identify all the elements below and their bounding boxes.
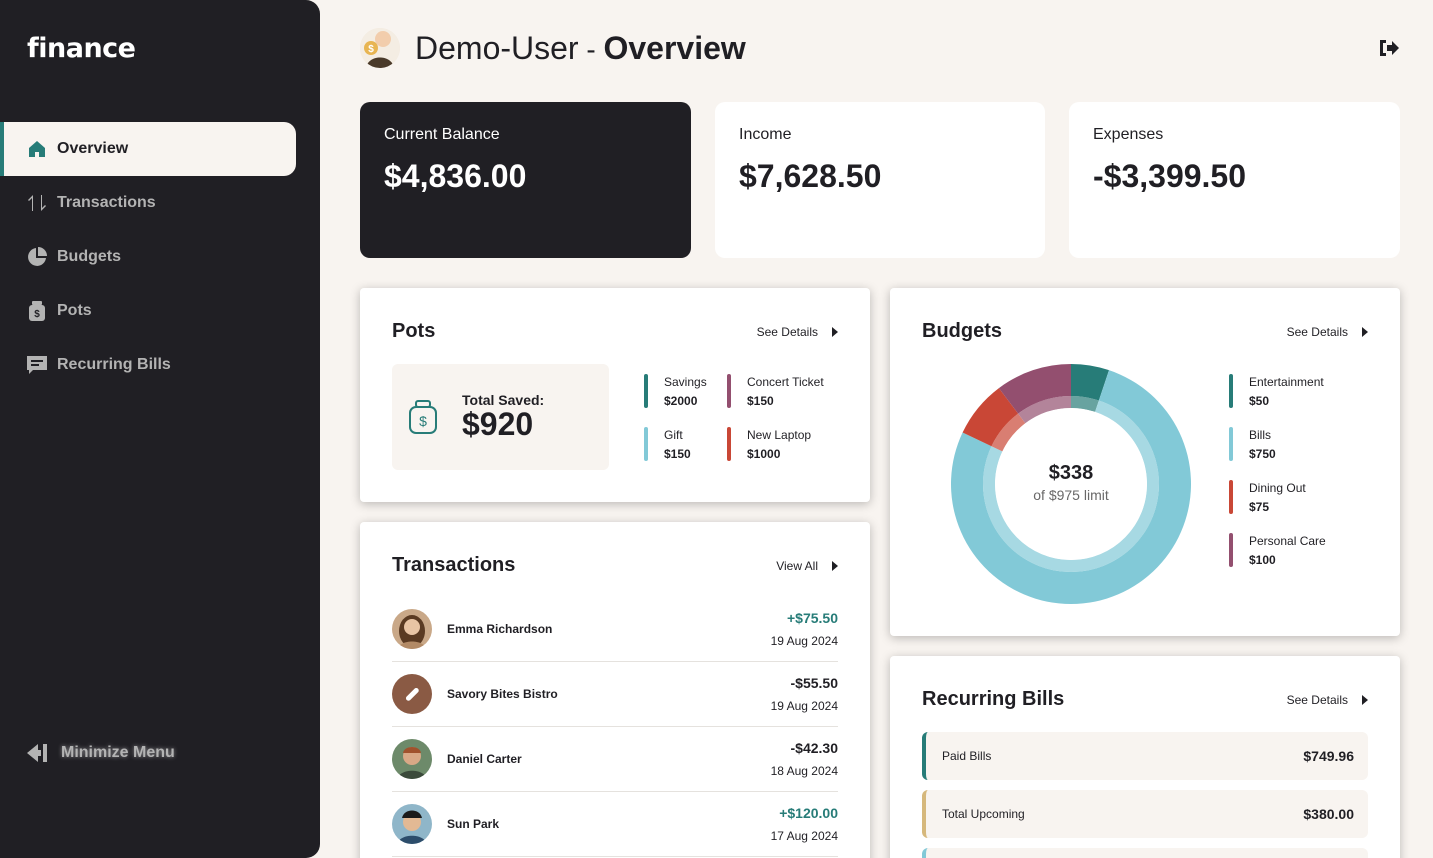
recurring-bills-panel: Recurring Bills See Details Paid Bills $… [890,656,1400,858]
avatar [392,739,432,779]
budget-limit: of $975 limit [1033,487,1109,503]
sidebar: finance Overview Transactions Budgets $ … [0,0,320,858]
budgets-title: Budgets [922,320,1002,342]
minimize-menu-button[interactable]: Minimize Menu [27,742,175,764]
transaction-row[interactable]: Emma Richardson +$75.50 19 Aug 2024 [392,597,838,662]
budget-legend-item: Dining Out $75 [1229,480,1306,517]
app-logo: finance [27,33,136,64]
pot-legend-item: Gift $150 [644,427,691,464]
svg-text:$: $ [419,413,427,429]
sidebar-item-label: Overview [57,140,129,157]
logout-button[interactable] [1378,38,1400,63]
sidebar-item-label: Pots [57,302,92,319]
transaction-row[interactable]: Sun Park +$120.00 17 Aug 2024 [392,792,838,857]
sidebar-nav: Overview Transactions Budgets $ Pots Rec… [0,122,296,392]
svg-text:$: $ [34,309,40,320]
total-saved-value: $920 [462,406,534,443]
transaction-row[interactable]: Daniel Carter -$42.30 18 Aug 2024 [392,727,838,792]
expenses-card: Expenses -$3,399.50 [1069,102,1400,258]
budget-legend-item: Bills $750 [1229,427,1276,464]
arrows-updown-icon [27,193,47,213]
jar-icon: $ [27,301,47,321]
recurring-see-details-link[interactable]: See Details [1287,693,1368,707]
home-icon [27,139,47,159]
pot-legend-item: Concert Ticket $150 [727,374,824,411]
transactions-view-all-link[interactable]: View All [776,559,838,573]
transactions-panel: Transactions View All Emma Richardson +$… [360,522,870,858]
caret-right-icon [1362,326,1368,337]
svg-text:$: $ [368,44,374,55]
budget-legend-item: Personal Care $100 [1229,533,1326,570]
sidebar-item-recurring-bills[interactable]: Recurring Bills [0,338,296,392]
sidebar-item-overview[interactable]: Overview [0,122,296,176]
pots-see-details-link[interactable]: See Details [757,325,838,339]
income-card: Income $7,628.50 [715,102,1045,258]
minimize-menu-label: Minimize Menu [61,744,175,761]
caret-right-icon [832,560,838,571]
sidebar-item-label: Transactions [57,194,156,211]
avatar [392,804,432,844]
recurring-bills-title: Recurring Bills [922,688,1065,710]
total-upcoming-row: Total Upcoming $380.00 [922,790,1368,838]
transactions-title: Transactions [392,554,516,576]
logout-icon [1380,40,1399,56]
sidebar-item-pots[interactable]: $ Pots [0,284,296,338]
pots-panel: Pots See Details $ Total Saved: $920 Sav… [360,288,870,502]
pie-chart-icon [27,247,47,267]
pot-legend-item: Savings $2000 [644,374,707,411]
transaction-row[interactable]: Savory Bites Bistro -$55.50 19 Aug 2024 [392,662,838,727]
sidebar-item-budgets[interactable]: Budgets [0,230,296,284]
caret-right-icon [1362,694,1368,705]
receipt-icon [27,355,47,375]
due-soon-row [922,848,1368,858]
caret-right-icon [832,326,838,337]
page-title: Demo-User - Overview [415,29,746,66]
bread-icon [392,674,432,714]
total-saved-box: $ Total Saved: $920 [392,364,609,470]
pots-title: Pots [392,320,436,342]
budgets-see-details-link[interactable]: See Details [1287,325,1368,339]
budgets-panel: Budgets See Details $338 of $975 limit E… [890,288,1400,636]
budget-donut: $338 of $975 limit [951,364,1191,604]
pot-legend-item: New Laptop $1000 [727,427,811,464]
sidebar-item-label: Budgets [57,248,121,265]
budget-spent: $338 [1048,462,1094,484]
sidebar-item-transactions[interactable]: Transactions [0,176,296,230]
budget-legend-item: Entertainment $50 [1229,374,1324,411]
arrow-left-icon [27,744,47,762]
jar-icon: $ [409,400,437,434]
paid-bills-row: Paid Bills $749.96 [922,732,1368,780]
current-balance-card: Current Balance $4,836.00 [360,102,691,258]
page-header: $ Demo-User - Overview [360,28,746,68]
avatar[interactable]: $ [360,28,400,68]
avatar [392,609,432,649]
sidebar-item-label: Recurring Bills [57,356,171,373]
